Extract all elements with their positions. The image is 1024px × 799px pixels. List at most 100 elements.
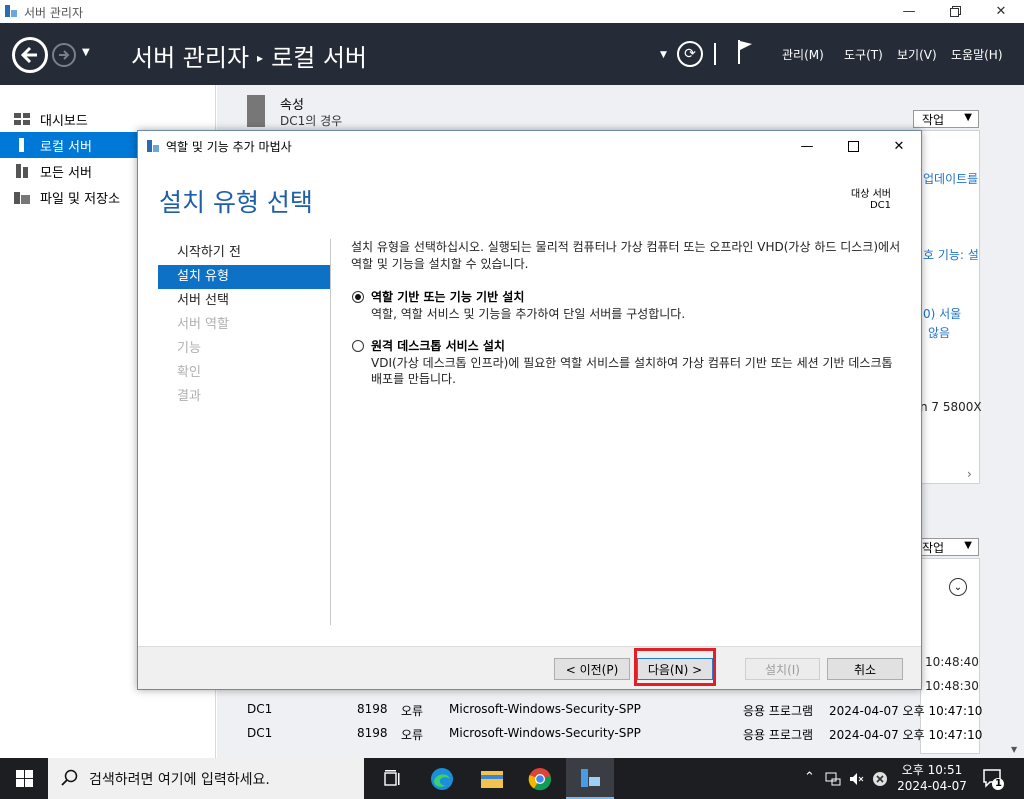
step-features: 기능	[177, 341, 201, 356]
step-before-you-begin[interactable]: 시작하기 전	[158, 241, 330, 265]
properties-processor-text: n 7 5800X	[920, 400, 982, 414]
option-description: VDI(가상 데스크톱 인프라)에 필요한 역할 서비스를 설치하여 가상 컴퓨…	[371, 356, 893, 386]
events-tasks-dropdown[interactable]: 작업 ▼	[913, 538, 979, 556]
dashboard-icon	[14, 112, 30, 126]
scroll-right-icon[interactable]: ›	[967, 467, 972, 481]
properties-link-setting[interactable]: 않음	[928, 324, 950, 341]
properties-link-timezone[interactable]: 0) 서울	[923, 305, 961, 322]
tasks-label: 작업	[922, 113, 945, 127]
step-confirmation: 확인	[177, 365, 201, 380]
dialog-footer: < 이전(P) 다음(N) > 설치(I) 취소	[138, 646, 921, 689]
window-titlebar: 서버 관리자 — ✕	[0, 0, 1024, 23]
window-title: 서버 관리자	[24, 6, 84, 20]
forward-arrow-icon[interactable]	[52, 43, 76, 67]
notification-count: 1	[995, 778, 1002, 789]
properties-link-feature[interactable]: 호 기능: 설	[923, 246, 979, 263]
next-button-highlight	[634, 648, 716, 686]
install-button: 설치(I)	[745, 658, 820, 680]
dialog-close-icon[interactable]: ✕	[876, 133, 922, 159]
breadcrumb-root[interactable]: 서버 관리자	[131, 44, 249, 72]
menu-manage[interactable]: 관리(M)	[782, 46, 824, 63]
event-time: 10:48:40	[925, 655, 979, 669]
file-explorer-icon[interactable]	[468, 758, 516, 799]
event-source: Microsoft-Windows-Security-SPP	[449, 726, 641, 740]
properties-link-updates[interactable]: 업데이트를	[923, 170, 978, 187]
event-level: 오류	[401, 728, 424, 742]
restore-icon[interactable]	[932, 0, 978, 23]
previous-button[interactable]: < 이전(P)	[554, 658, 630, 680]
sidebar-item-dashboard[interactable]: 대시보드	[0, 106, 216, 132]
show-hidden-icons-icon[interactable]: ⌃	[804, 770, 815, 785]
wizard-content: 설치 유형을 선택하십시오. 실행되는 물리적 컴퓨터나 가상 컴퓨터 또는 오…	[351, 239, 906, 387]
taskbar-search-box[interactable]: 검색하려면 여기에 입력하세요.	[48, 758, 364, 799]
event-server: DC1	[247, 702, 273, 716]
sidebar-item-label: 파일 및 저장소	[40, 191, 121, 207]
add-roles-wizard-dialog: 역할 및 기능 추가 마법사 — ✕ 설치 유형 선택 대상 서버 DC1 시작…	[137, 130, 922, 690]
radio-remote-desktop[interactable]	[352, 340, 364, 352]
properties-tasks-dropdown[interactable]: 작업 ▼	[913, 110, 979, 128]
menu-view[interactable]: 보기(V)	[897, 46, 937, 63]
server-manager-icon	[5, 5, 17, 17]
table-row[interactable]: DC1 8198 오류 Microsoft-Windows-Security-S…	[241, 698, 982, 722]
event-source: Microsoft-Windows-Security-SPP	[449, 702, 641, 716]
dialog-maximize-icon[interactable]	[830, 133, 876, 159]
properties-title: 속성	[280, 98, 304, 113]
network-icon[interactable]	[825, 771, 841, 787]
edge-browser-icon[interactable]	[418, 758, 466, 799]
close-icon[interactable]: ✕	[978, 0, 1024, 23]
chrome-icon[interactable]	[516, 758, 564, 799]
nav-history-dropdown-icon[interactable]: ▼	[82, 47, 90, 58]
error-tray-icon[interactable]	[872, 771, 888, 787]
event-time: 10:48:30	[925, 679, 979, 693]
task-view-icon[interactable]	[368, 758, 416, 799]
header-dropdown-icon[interactable]: ▼	[660, 50, 667, 60]
search-icon	[61, 769, 78, 786]
menu-help[interactable]: 도움말(H)	[951, 46, 1003, 63]
option-remote-desktop[interactable]: 원격 데스크톱 서비스 설치 VDI(가상 데스크톱 인프라)에 필요한 역할 …	[351, 338, 906, 387]
taskbar-clock[interactable]: 오후 10:51 2024-04-07	[890, 762, 974, 794]
breadcrumb-separator-icon: ▸	[257, 51, 264, 65]
event-log: 응용 프로그램	[743, 704, 814, 718]
server-manager-taskbar-icon[interactable]	[566, 758, 614, 799]
notifications-flag-icon[interactable]	[736, 39, 754, 65]
breadcrumb-current: 로컬 서버	[271, 44, 368, 72]
step-server-roles: 서버 역할	[177, 317, 229, 332]
event-log: 응용 프로그램	[743, 728, 814, 742]
app-header: ▼ 서버 관리자 ▸ 로컬 서버 ▼ ⟳ 관리(M) 도구(T) 보기(V) 도움말…	[0, 23, 1024, 85]
event-datetime: 2024-04-07 오후 10:47:10	[829, 728, 983, 742]
option-title: 원격 데스크톱 서비스 설치	[371, 339, 505, 353]
dialog-title: 역할 및 기능 추가 마법사	[166, 140, 292, 154]
sidebar-item-label: 대시보드	[40, 113, 88, 129]
table-row[interactable]: DC1 8198 오류 Microsoft-Windows-Security-S…	[241, 722, 983, 746]
windows-start-icon[interactable]	[0, 758, 48, 799]
minimize-icon[interactable]: —	[886, 0, 932, 23]
tasks-label: 작업	[922, 541, 945, 555]
event-level: 오류	[401, 704, 424, 718]
properties-subtitle: DC1의 경우	[280, 114, 343, 128]
steps-divider	[330, 239, 331, 625]
sidebar-item-label: 로컬 서버	[40, 139, 92, 155]
event-id: 8198	[357, 726, 388, 740]
dialog-minimize-icon[interactable]: —	[784, 133, 830, 159]
step-server-selection[interactable]: 서버 선택	[158, 289, 330, 313]
back-arrow-icon[interactable]	[12, 37, 48, 73]
header-divider	[714, 43, 716, 65]
step-results: 결과	[177, 389, 201, 404]
event-server: DC1	[247, 726, 273, 740]
step-installation-type[interactable]: 설치 유형	[158, 265, 330, 289]
notification-center-icon[interactable]: 1	[982, 768, 1004, 793]
option-title: 역할 기반 또는 기능 기반 설치	[371, 290, 525, 304]
volume-muted-icon[interactable]	[849, 771, 865, 787]
option-role-based[interactable]: 역할 기반 또는 기능 기반 설치 역할, 역할 서비스 및 기능을 추가하여 …	[351, 289, 906, 322]
menu-tools[interactable]: 도구(T)	[844, 46, 883, 63]
radio-role-based[interactable]	[352, 291, 364, 303]
cancel-button[interactable]: 취소	[827, 658, 903, 680]
clock-time: 오후 10:51	[901, 763, 963, 777]
scroll-down-icon[interactable]: ▼	[1011, 745, 1017, 754]
expand-chevron-icon[interactable]: ⌄	[949, 578, 967, 596]
dialog-titlebar: 역할 및 기능 추가 마법사 — ✕	[138, 131, 921, 161]
refresh-icon[interactable]: ⟳	[677, 41, 703, 67]
local-server-icon	[14, 138, 30, 152]
chevron-down-icon: ▼	[964, 540, 972, 551]
target-server-label: 대상 서버	[851, 189, 891, 200]
